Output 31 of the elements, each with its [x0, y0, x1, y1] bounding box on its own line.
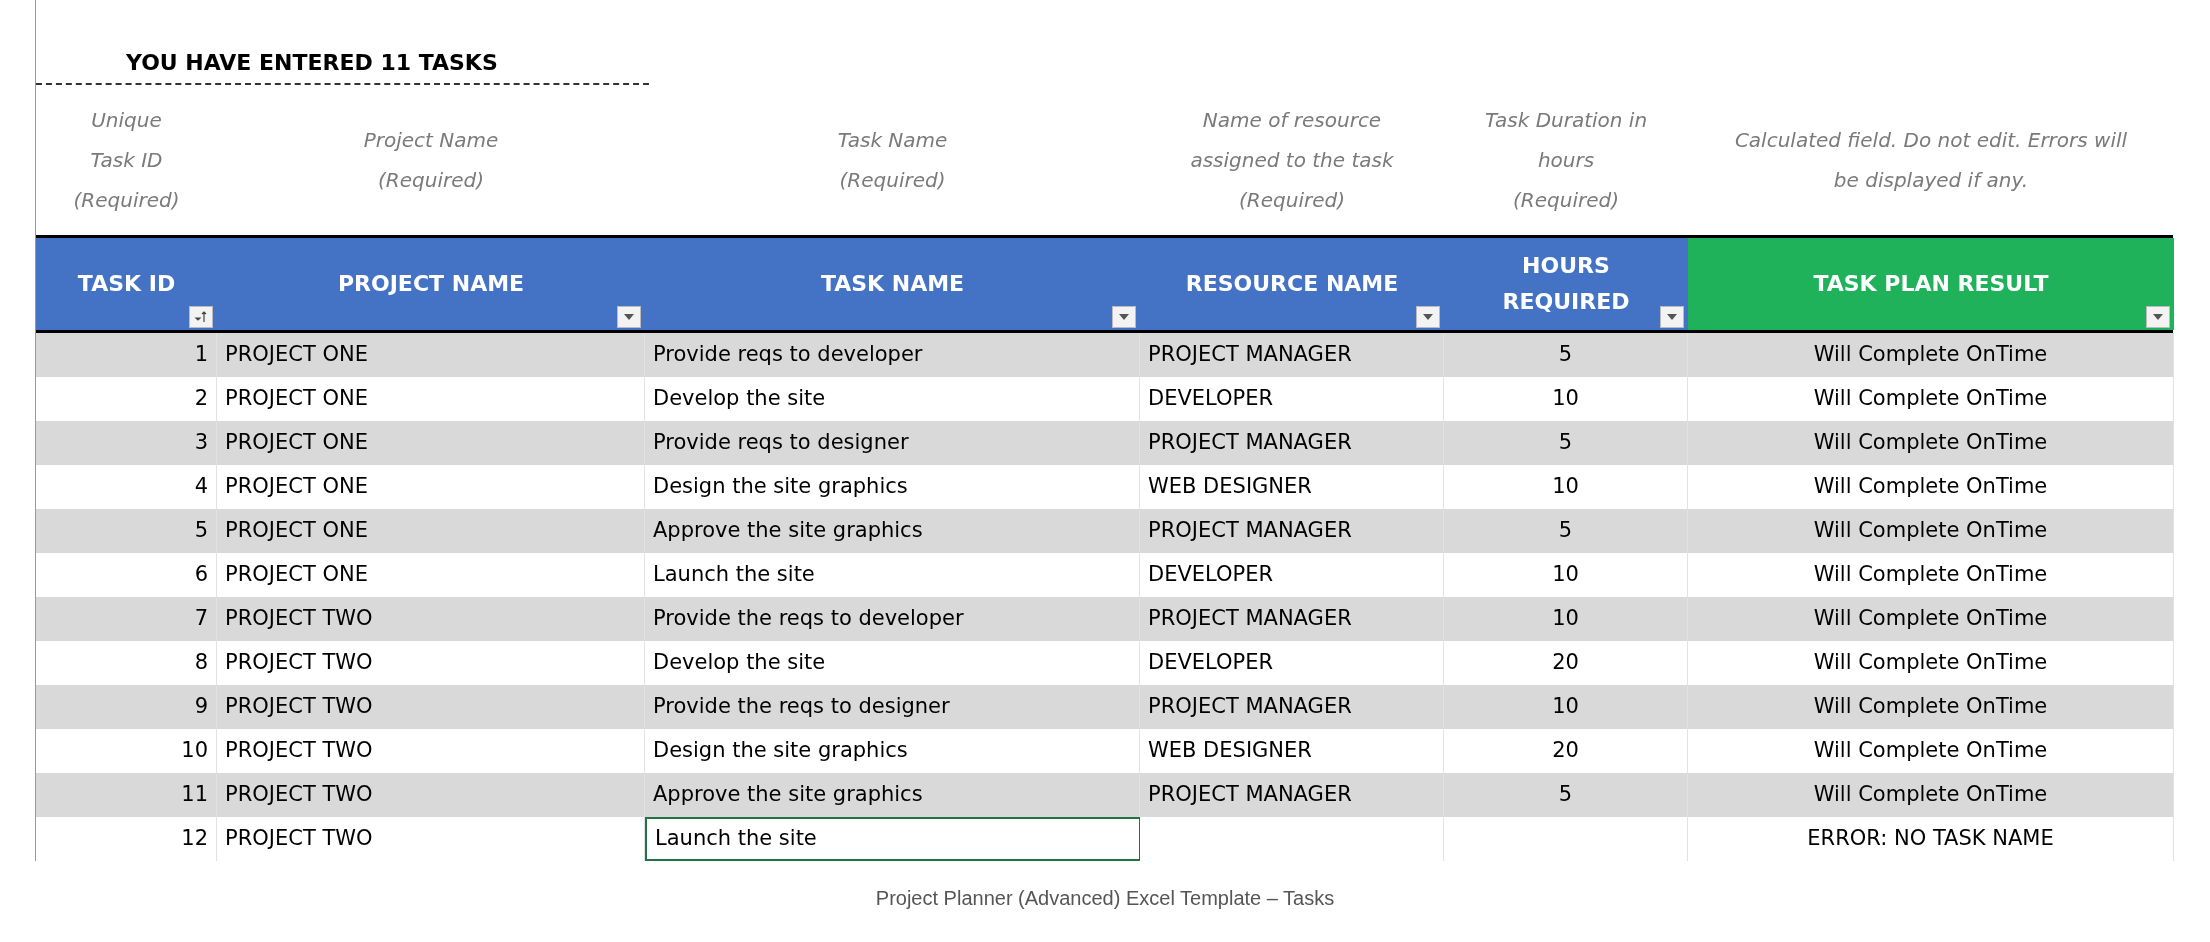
caret-icon: [1667, 314, 1677, 320]
caret-icon: [624, 314, 634, 320]
filter-dropdown-button[interactable]: [1112, 306, 1136, 328]
caret-icon: [2153, 314, 2163, 320]
task-count-title: YOU HAVE ENTERED 11 TASKS: [126, 50, 498, 75]
column-header: RESOURCE NAME: [1140, 238, 1444, 330]
column-hint: Unique Task ID (Required): [72, 107, 181, 214]
column-header: TASK PLAN RESULT: [1688, 238, 2174, 330]
sort-filter-button[interactable]: [189, 306, 213, 328]
column-header: HOURS REQUIRED: [1444, 238, 1688, 330]
filter-dropdown-button[interactable]: [1416, 306, 1440, 328]
column-header: TASK NAME: [645, 238, 1140, 330]
column-hint: Task Duration in hours (Required): [1484, 107, 1648, 214]
filter-dropdown-button[interactable]: [617, 306, 641, 328]
caret-icon: [1119, 314, 1129, 320]
filter-dropdown-button[interactable]: [2146, 306, 2170, 328]
caret-icon: [1423, 314, 1433, 320]
table-cell[interactable]: Approve the site graphics: [645, 773, 1140, 817]
image-caption: Project Planner (Advanced) Excel Template – Tasks: [875, 886, 1335, 911]
sort-icon: [194, 310, 208, 324]
column-hint: Project Name (Required): [362, 127, 500, 194]
column-hint: Calculated field. Do not edit. Errors will be displayed if any.: [1733, 127, 2129, 194]
column-header: PROJECT NAME: [217, 238, 645, 330]
column-hint: Task Name (Required): [836, 127, 949, 194]
column-header: TASK ID: [36, 238, 217, 330]
table-cell: 12: [36, 817, 217, 861]
table-cell: PROJECT TWO: [217, 817, 645, 861]
column-hint: Name of resource assigned to the task (Required): [1189, 107, 1395, 214]
filter-dropdown-button[interactable]: [1660, 306, 1684, 328]
table-cell: ERROR: NO TASK NAME: [1688, 817, 2174, 861]
table-cell[interactable]: Launch the site: [645, 817, 1140, 861]
